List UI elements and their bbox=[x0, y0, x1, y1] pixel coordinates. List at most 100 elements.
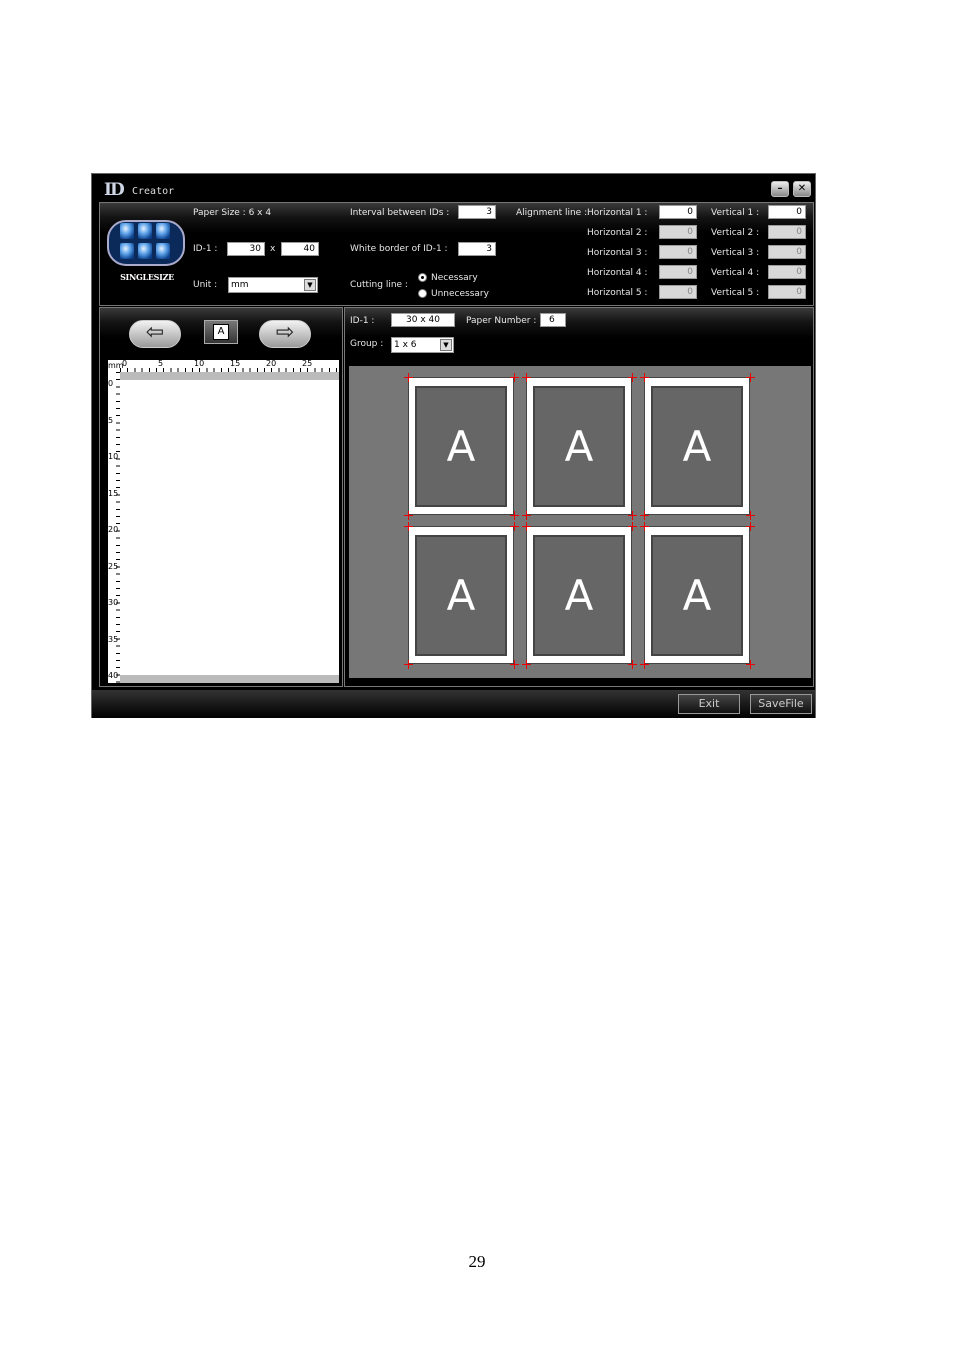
horizontal-1-field[interactable]: 0 bbox=[659, 205, 697, 219]
cutting-unnecessary-label: Unnecessary bbox=[431, 289, 489, 299]
horizontal-5-field[interactable]: 0 bbox=[659, 285, 697, 299]
current-id-button[interactable]: A bbox=[204, 320, 238, 344]
cut-mark bbox=[746, 522, 755, 531]
app-title: Creator bbox=[132, 186, 175, 197]
id-photo-card[interactable]: A bbox=[526, 377, 632, 515]
id-photo-card[interactable]: A bbox=[526, 526, 632, 664]
ruler-tick-label: 10 bbox=[194, 359, 205, 368]
ruler-tick-label: 5 bbox=[158, 359, 164, 368]
id-photo-placeholder: A bbox=[415, 386, 507, 507]
vertical-3-field[interactable]: 0 bbox=[768, 245, 806, 259]
vertical-4-field[interactable]: 0 bbox=[768, 265, 806, 279]
close-button[interactable]: ✕ bbox=[793, 181, 811, 197]
layout-preview: A A A A A A bbox=[349, 366, 811, 678]
footer-bar: Exit SaveFile bbox=[92, 690, 815, 718]
cut-mark bbox=[510, 511, 519, 520]
chevron-down-icon[interactable]: ▼ bbox=[304, 279, 316, 291]
horizontal-2-label: Horizontal 2 : bbox=[587, 228, 648, 238]
singlesize-badge: SINGLESIZE bbox=[106, 217, 186, 287]
id-width-field[interactable]: 30 bbox=[227, 242, 265, 256]
cut-mark bbox=[404, 373, 413, 382]
cut-mark bbox=[628, 522, 637, 531]
next-button[interactable]: ⇨ bbox=[259, 320, 311, 348]
exit-button[interactable]: Exit bbox=[678, 694, 740, 714]
cut-mark bbox=[640, 511, 649, 520]
id-photo-card[interactable]: A bbox=[644, 526, 750, 664]
ruler-tick-label: 5 bbox=[108, 415, 114, 425]
cutting-necessary-label: Necessary bbox=[431, 273, 478, 283]
horizontal-4-field[interactable]: 0 bbox=[659, 265, 697, 279]
cut-mark bbox=[640, 522, 649, 531]
settings-panel: SINGLESIZE Paper Size : 6 x 4 ID-1 : 30 … bbox=[99, 202, 814, 306]
interval-label: Interval between IDs : bbox=[350, 208, 450, 218]
paper-size-label: Paper Size : 6 x 4 bbox=[193, 208, 272, 218]
horizontal-2-field[interactable]: 0 bbox=[659, 225, 697, 239]
group-select[interactable]: 1 x 6 ▼ bbox=[391, 337, 454, 353]
layout-panel: ID-1 : 30 x 40 Paper Number : 6 Group : … bbox=[344, 307, 814, 687]
cut-mark bbox=[640, 660, 649, 669]
id-photo-placeholder: A bbox=[415, 535, 507, 656]
group-value: 1 x 6 bbox=[394, 340, 417, 350]
design-canvas[interactable] bbox=[120, 372, 339, 683]
id-photo-placeholder: A bbox=[533, 535, 625, 656]
cut-mark bbox=[746, 511, 755, 520]
cut-mark bbox=[404, 660, 413, 669]
vertical-2-field[interactable]: 0 bbox=[768, 225, 806, 239]
cut-mark bbox=[510, 660, 519, 669]
ruler-tick-label: 25 bbox=[302, 359, 313, 368]
cut-mark bbox=[522, 660, 531, 669]
id-photo-card[interactable]: A bbox=[408, 377, 514, 515]
vertical-5-field[interactable]: 0 bbox=[768, 285, 806, 299]
cut-mark bbox=[628, 373, 637, 382]
chevron-down-icon[interactable]: ▼ bbox=[440, 339, 452, 351]
title-bar: ID Creator – ✕ bbox=[92, 174, 815, 202]
photo-grid-icon bbox=[107, 220, 185, 266]
id-size-label: ID-1 : bbox=[193, 244, 218, 254]
alignment-line-label: Alignment line : bbox=[516, 208, 588, 218]
unit-select[interactable]: mm ▼ bbox=[228, 277, 318, 293]
cut-mark bbox=[628, 660, 637, 669]
paper-number-field: 6 bbox=[540, 313, 566, 327]
cut-mark bbox=[628, 511, 637, 520]
id-creator-window: ID Creator – ✕ SINGLESIZE Paper Size: 6… bbox=[91, 173, 816, 718]
unit-value: mm bbox=[231, 280, 249, 290]
cutting-line-label: Cutting line : bbox=[350, 280, 408, 290]
paper-number-label: Paper Number : bbox=[466, 316, 537, 326]
cut-mark bbox=[522, 522, 531, 531]
minimize-button[interactable]: – bbox=[771, 181, 789, 197]
white-border-field[interactable]: 3 bbox=[458, 242, 496, 256]
save-file-button[interactable]: SaveFile bbox=[750, 694, 812, 714]
canvas-bottom-band bbox=[120, 675, 339, 683]
previous-button[interactable]: ⇦ bbox=[129, 320, 181, 348]
ruler-tick-label: 15 bbox=[230, 359, 241, 368]
cut-mark bbox=[522, 373, 531, 382]
cutting-unnecessary-radio[interactable] bbox=[418, 289, 427, 298]
cutting-necessary-radio[interactable] bbox=[418, 273, 427, 282]
unit-label: Unit : bbox=[193, 280, 218, 290]
cut-mark bbox=[510, 373, 519, 382]
ruler-tick-label: 0 bbox=[108, 379, 114, 388]
cut-mark bbox=[522, 511, 531, 520]
id-photo-placeholder: A bbox=[533, 386, 625, 507]
singlesize-label: SINGLESIZE bbox=[120, 272, 174, 282]
interval-field[interactable]: 3 bbox=[458, 205, 496, 219]
vertical-1-label: Vertical 1 : bbox=[711, 208, 760, 218]
id-height-field[interactable]: 40 bbox=[281, 242, 319, 256]
white-border-label: White border of ID-1 : bbox=[350, 244, 448, 254]
id-photo-card[interactable]: A bbox=[408, 526, 514, 664]
horizontal-3-label: Horizontal 3 : bbox=[587, 248, 648, 258]
horizontal-4-label: Horizontal 4 : bbox=[587, 268, 648, 278]
horizontal-3-field[interactable]: 0 bbox=[659, 245, 697, 259]
id-photo-card[interactable]: A bbox=[644, 377, 750, 515]
cut-mark bbox=[640, 373, 649, 382]
horizontal-5-label: Horizontal 5 : bbox=[587, 288, 648, 298]
app-logo: ID bbox=[104, 180, 125, 200]
cut-mark bbox=[510, 522, 519, 531]
horizontal-1-label: Horizontal 1 : bbox=[587, 208, 648, 218]
page-number: 29 bbox=[468, 1252, 486, 1271]
vertical-1-field[interactable]: 0 bbox=[768, 205, 806, 219]
cut-mark bbox=[746, 660, 755, 669]
canvas-top-band bbox=[120, 372, 339, 380]
id-photo-placeholder: A bbox=[651, 535, 743, 656]
cut-mark bbox=[404, 522, 413, 531]
